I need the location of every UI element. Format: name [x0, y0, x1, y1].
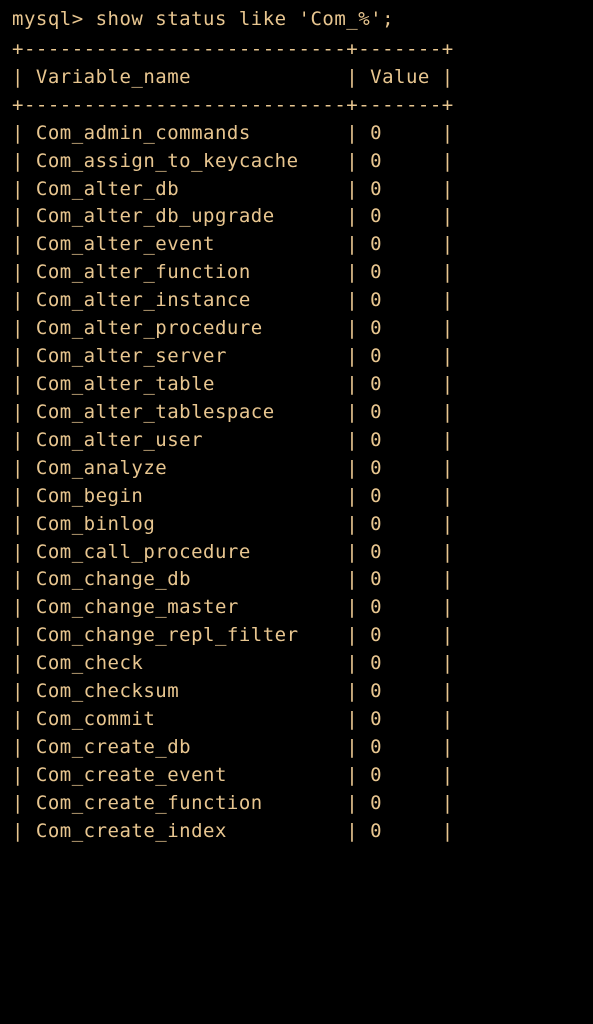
- table-row: | Com_create_index | 0 |: [12, 818, 581, 846]
- table-row: | Com_alter_db | 0 |: [12, 176, 581, 204]
- table-row: | Com_check | 0 |: [12, 650, 581, 678]
- table-row: | Com_alter_db_upgrade | 0 |: [12, 203, 581, 231]
- table-row: | Com_alter_tablespace | 0 |: [12, 399, 581, 427]
- table-row: | Com_binlog | 0 |: [12, 511, 581, 539]
- table-row: | Com_alter_table | 0 |: [12, 371, 581, 399]
- table-row: | Com_change_repl_filter | 0 |: [12, 622, 581, 650]
- table-row: | Com_alter_procedure | 0 |: [12, 315, 581, 343]
- table-row: | Com_commit | 0 |: [12, 706, 581, 734]
- mysql-prompt: mysql>: [12, 8, 96, 30]
- table-row: | Com_create_db | 0 |: [12, 734, 581, 762]
- table-row: | Com_alter_function | 0 |: [12, 259, 581, 287]
- table-rows-container: | Com_admin_commands | 0 || Com_assign_t…: [12, 120, 581, 846]
- table-row: | Com_call_procedure | 0 |: [12, 539, 581, 567]
- table-border-mid: +---------------------------+-------+: [12, 92, 581, 120]
- table-row: | Com_analyze | 0 |: [12, 455, 581, 483]
- table-row: | Com_assign_to_keycache | 0 |: [12, 148, 581, 176]
- table-row: | Com_alter_user | 0 |: [12, 427, 581, 455]
- table-row: | Com_alter_event | 0 |: [12, 231, 581, 259]
- table-row: | Com_admin_commands | 0 |: [12, 120, 581, 148]
- table-row: | Com_create_function | 0 |: [12, 790, 581, 818]
- command-prompt-line[interactable]: mysql> show status like 'Com_%';: [12, 6, 581, 34]
- table-row: | Com_create_event | 0 |: [12, 762, 581, 790]
- table-header: | Variable_name | Value |: [12, 64, 581, 92]
- table-row: | Com_alter_instance | 0 |: [12, 287, 581, 315]
- table-row: | Com_alter_server | 0 |: [12, 343, 581, 371]
- table-row: | Com_change_master | 0 |: [12, 594, 581, 622]
- sql-command: show status like 'Com_%';: [96, 8, 394, 30]
- table-row: | Com_begin | 0 |: [12, 483, 581, 511]
- table-row: | Com_checksum | 0 |: [12, 678, 581, 706]
- table-row: | Com_change_db | 0 |: [12, 566, 581, 594]
- table-border-top: +---------------------------+-------+: [12, 36, 581, 64]
